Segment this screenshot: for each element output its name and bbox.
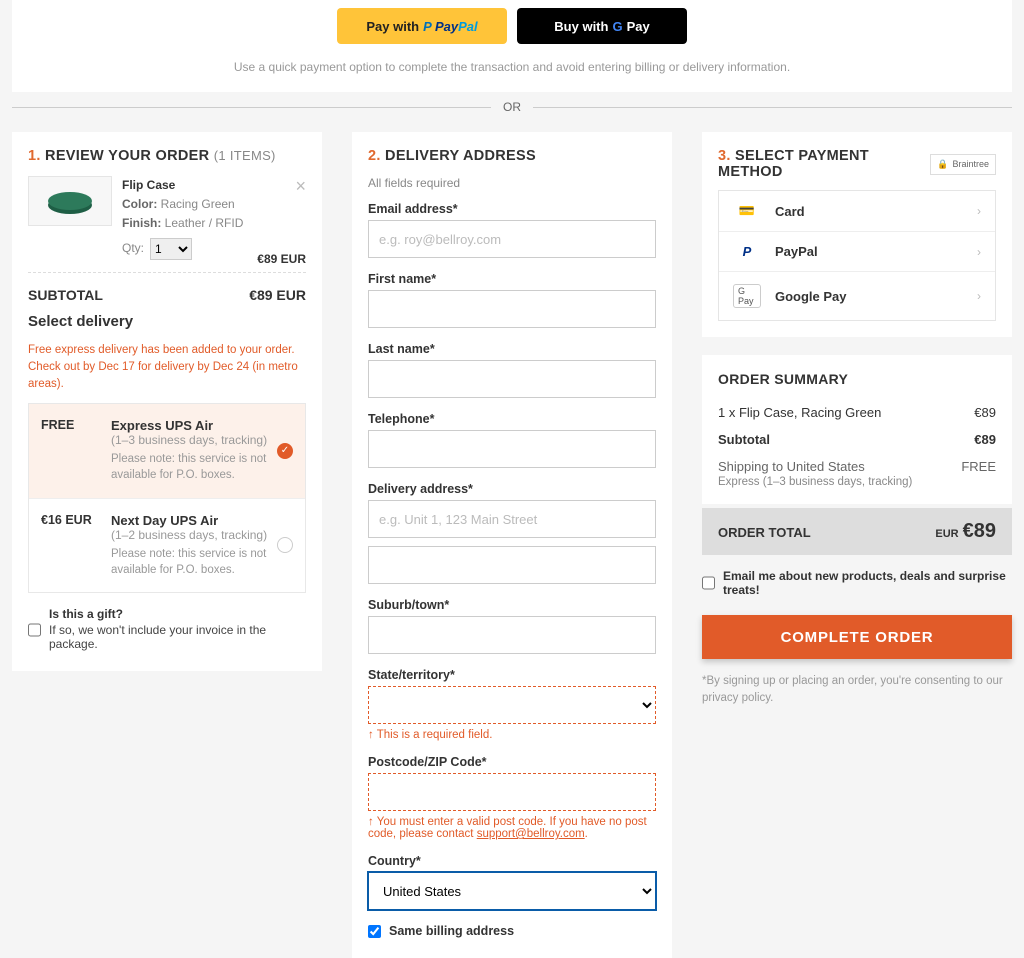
google-logo-icon: G [612,19,622,34]
paypal-icon: P [733,244,761,259]
gpay-prefix: Buy with [554,19,608,34]
telephone-input[interactable] [368,430,656,468]
email-label: Email address* [368,202,656,216]
shipping-option-nextday[interactable]: €16 EUR Next Day UPS Air (1–2 business d… [29,498,305,592]
qty-label: Qty: [122,239,144,258]
suburb-label: Suburb/town* [368,598,656,612]
summary-shipping-label: Shipping to United States [718,459,865,474]
product-price: €89 EUR [257,252,306,266]
summary-shipping-val: FREE [961,459,996,474]
summary-shipping-method: Express (1–3 business days, tracking) [718,476,996,488]
zip-error: ↑ You must enter a valid post code. If y… [368,816,656,840]
product-color: Color: Racing Green [122,195,306,214]
radio-selected-icon: ✓ [277,443,293,459]
select-delivery-heading: Select delivery [28,313,306,330]
all-fields-required: All fields required [368,176,656,190]
privacy-disclaimer: *By signing up or placing an order, you'… [702,673,1012,708]
product-thumb [28,176,112,226]
lock-icon: 🔒 [937,159,948,170]
firstname-input[interactable] [368,290,656,328]
email-me-checkbox[interactable] [702,569,715,597]
paypal-prefix: Pay with [366,19,419,34]
gift-question: Is this a gift? [49,607,306,621]
payment-method-card[interactable]: 💳 Card › [719,191,995,231]
payment-heading: 3. SELECT PAYMENT METHOD [718,148,930,180]
gpay-text: Pay [627,19,650,34]
country-label: Country* [368,854,656,868]
subtotal-label: SUBTOTAL [28,287,103,303]
email-input[interactable] [368,220,656,258]
state-error: ↑ This is a required field. [368,729,656,741]
zip-input[interactable] [368,773,656,811]
same-billing-label: Same billing address [389,924,514,938]
country-select[interactable]: United States [368,872,656,910]
lastname-input[interactable] [368,360,656,398]
summary-item: 1 x Flip Case, Racing Green [718,405,881,420]
gift-desc: If so, we won't include your invoice in … [49,623,306,651]
quickpay-hint: Use a quick payment option to complete t… [24,60,1000,74]
chevron-right-icon: › [977,204,981,218]
lastname-label: Last name* [368,342,656,356]
state-select[interactable] [368,686,656,724]
braintree-badge: 🔒 Braintree [930,154,996,175]
email-me-label: Email me about new products, deals and s… [723,569,1012,597]
order-total-row: ORDER TOTAL EUR€89 [702,508,1012,555]
state-label: State/territory* [368,668,656,682]
or-divider: OR [12,100,1012,114]
product-finish: Finish: Leather / RFID [122,214,306,233]
radio-unselected-icon [277,537,293,553]
gpay-icon: G Pay [733,284,761,308]
address2-input[interactable] [368,546,656,584]
suburb-input[interactable] [368,616,656,654]
qty-select[interactable]: 1 [150,238,192,260]
summary-heading: ORDER SUMMARY [718,371,996,387]
summary-subtotal-label: Subtotal [718,432,770,447]
chevron-right-icon: › [977,245,981,259]
remove-item-button[interactable]: × [295,176,306,197]
summary-item-price: €89 [974,405,996,420]
address-label: Delivery address* [368,482,656,496]
product-name: Flip Case [122,176,306,195]
gift-checkbox[interactable] [28,609,41,651]
paypal-logo-icon: P PayPal [423,19,477,34]
firstname-label: First name* [368,272,656,286]
address-input[interactable] [368,500,656,538]
complete-order-button[interactable]: COMPLETE ORDER [702,615,1012,659]
shipping-option-express[interactable]: FREE Express UPS Air (1–3 business days,… [29,404,305,497]
payment-method-gpay[interactable]: G Pay Google Pay › [719,271,995,320]
same-billing-checkbox[interactable] [368,925,381,938]
zip-label: Postcode/ZIP Code* [368,755,656,769]
chevron-right-icon: › [977,289,981,303]
payment-method-paypal[interactable]: P PayPal › [719,231,995,271]
support-email-link[interactable]: support@bellroy.com [477,828,585,840]
subtotal-value: €89 EUR [249,287,306,303]
telephone-label: Telephone* [368,412,656,426]
review-heading: 1. REVIEW YOUR ORDER (1 ITEMS) [28,148,306,164]
summary-subtotal-val: €89 [974,432,996,447]
paypal-quick-button[interactable]: Pay with P PayPal [337,8,507,44]
delivery-notice: Free express delivery has been added to … [28,342,306,394]
delivery-heading: 2. DELIVERY ADDRESS [368,148,656,164]
gpay-quick-button[interactable]: Buy with G Pay [517,8,687,44]
card-icon: 💳 [733,203,761,219]
